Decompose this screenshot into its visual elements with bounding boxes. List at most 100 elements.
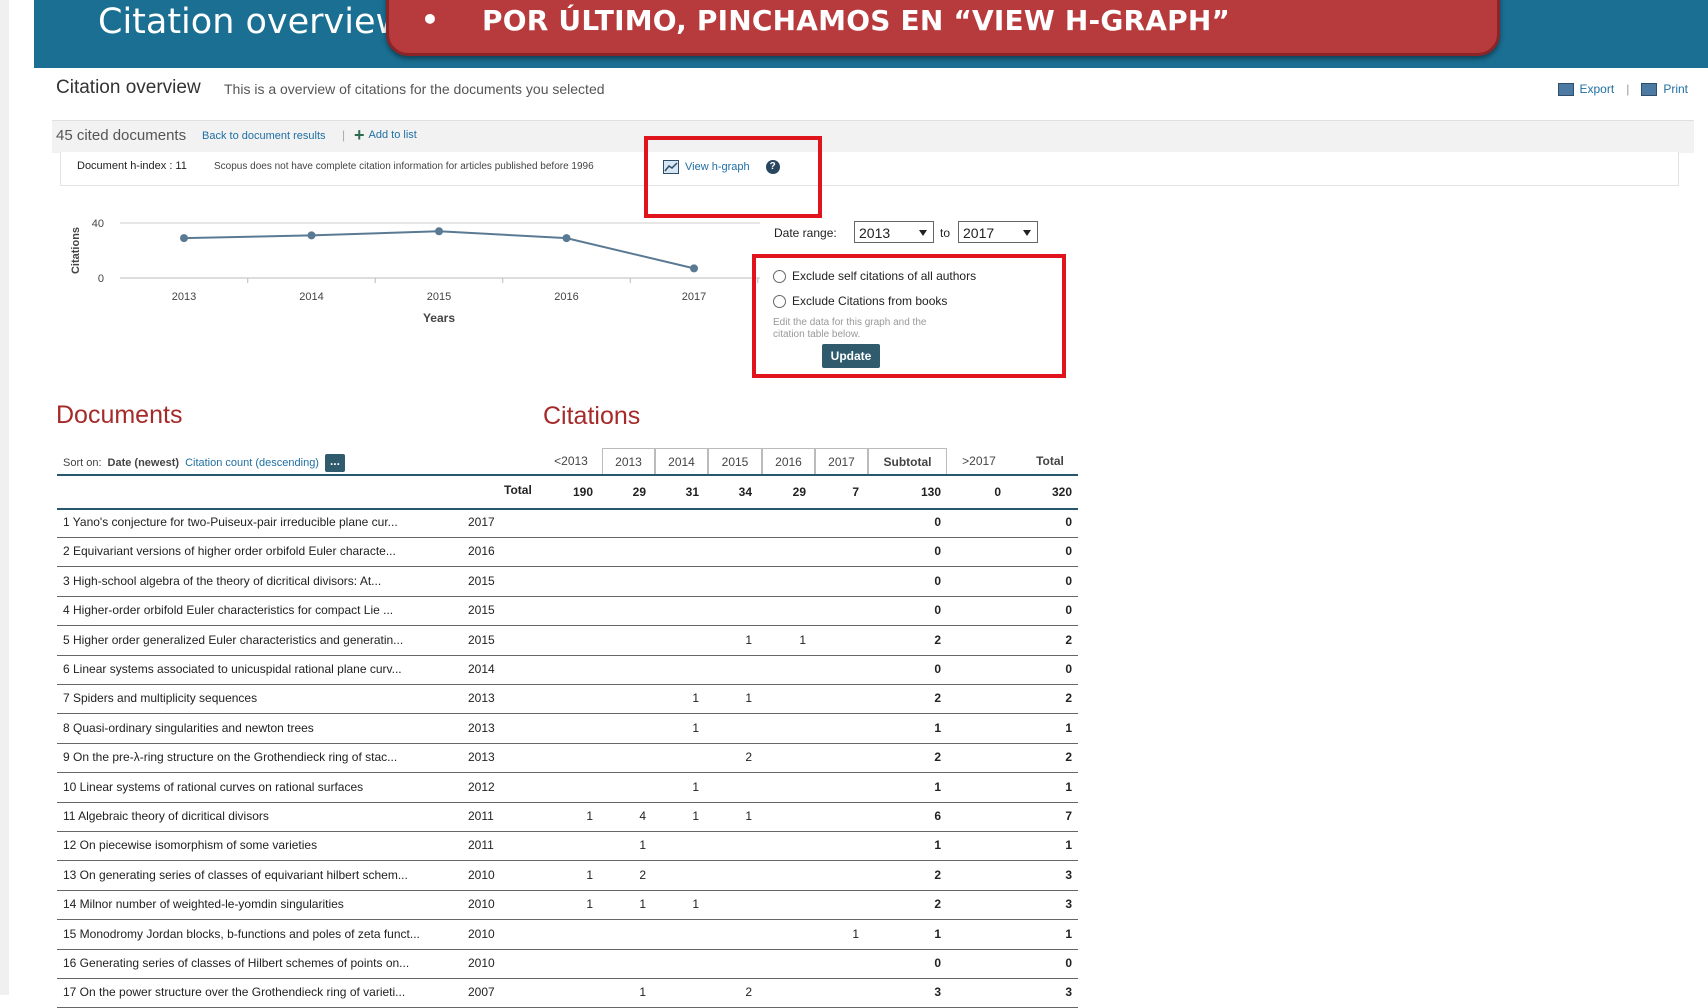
citation-cell: 7 [1065, 809, 1072, 823]
data-point [180, 234, 188, 243]
document-title-link[interactable]: 10 Linear systems of rational curves on … [63, 773, 363, 802]
document-title-link[interactable]: 11 Algebraic theory of dicritical diviso… [63, 802, 269, 831]
hindex-label: Document h-index : 11 [77, 160, 187, 172]
totals-row: Total 190 29 31 34 29 7 130 0 320 [57, 476, 1078, 510]
export-link[interactable]: Export [1580, 82, 1615, 96]
document-title-link[interactable]: 12 On piecewise isomorphism of some vari… [63, 831, 317, 860]
document-year: 2016 [468, 544, 495, 559]
sort-date-option[interactable]: Date (newest) [108, 457, 180, 469]
citation-cell: 0 [1065, 603, 1072, 618]
citation-cell: 1 [799, 632, 806, 647]
table-row: 2 Equivariant versions of higher order o… [57, 537, 1078, 568]
document-title-link[interactable]: 16 Generating series of classes of Hilbe… [63, 949, 409, 978]
toolbar-separator: | [342, 128, 346, 142]
citation-cell: 6 [934, 809, 941, 823]
citation-cell: 2 [745, 750, 752, 765]
document-title-link[interactable]: 1 Yano's conjecture for two-Puiseux-pair… [63, 508, 398, 537]
totals-label: Total [504, 483, 532, 497]
citation-cell: 2 [934, 750, 941, 765]
citation-cell: 2 [934, 632, 941, 647]
citation-cell: 1 [934, 926, 941, 941]
date-from-select[interactable]: 2013 [854, 221, 934, 243]
x-tick-label: 2016 [554, 291, 578, 303]
document-title-link[interactable]: 14 Milnor number of weighted-le-yomdin s… [63, 890, 344, 919]
document-year: 2013 [468, 720, 495, 735]
document-title-link[interactable]: 4 Higher-order orbifold Euler characteri… [63, 596, 393, 625]
table-row: 7 Spiders and multiplicity sequences 2013… [57, 684, 1078, 715]
citation-cell: 2 [745, 985, 752, 1000]
document-year: 2010 [468, 897, 495, 912]
citation-cell: 0 [1065, 662, 1072, 676]
hindex-note: Scopus does not have complete citation i… [214, 161, 594, 172]
citation-cell: 1 [586, 867, 593, 882]
table-row: 1 Yano's conjecture for two-Puiseux-pair… [57, 508, 1078, 538]
citation-cell: 1 [692, 809, 699, 823]
citation-cell: 2 [1065, 632, 1072, 647]
document-year: 2015 [468, 573, 495, 588]
document-title-link[interactable]: 5 Higher order generalized Euler charact… [63, 626, 403, 655]
more-options-button[interactable]: ... [324, 454, 345, 472]
data-point [690, 264, 698, 273]
document-year: 2013 [468, 691, 495, 706]
action-separator: | [1626, 82, 1630, 96]
sort-label: Sort on: [63, 457, 102, 469]
table-row: 12 On piecewise isomorphism of some vari… [57, 831, 1078, 862]
y-tick-label: 0 [98, 273, 104, 285]
document-title-link[interactable]: 2 Equivariant versions of higher order o… [63, 537, 396, 566]
back-to-results-link[interactable]: Back to document results [202, 130, 326, 142]
page-title: Citation overview [56, 77, 201, 98]
print-link[interactable]: Print [1663, 82, 1688, 96]
document-title-link[interactable]: 15 Monodromy Jordan blocks, b-functions … [63, 920, 420, 949]
citation-cell: 0 [1065, 573, 1072, 588]
total-cell: 31 [685, 485, 699, 499]
documents-heading: Documents [56, 401, 183, 429]
date-to-select[interactable]: 2017 [958, 221, 1038, 243]
citation-cell: 1 [692, 779, 699, 794]
document-title-link[interactable]: 17 On the power structure over the Groth… [63, 978, 405, 1007]
data-point [307, 231, 316, 240]
document-title-link[interactable]: 3 High-school algebra of the theory of d… [63, 567, 381, 596]
document-year: 2012 [468, 779, 495, 794]
citation-cell: 1 [692, 720, 699, 735]
citation-cell: 1 [639, 897, 646, 912]
citation-cell: 2 [1065, 691, 1072, 706]
table-row: 16 Generating series of classes of Hilbe… [57, 949, 1078, 979]
document-year: 2015 [468, 632, 495, 647]
citation-cell: 0 [1065, 544, 1072, 559]
column-header: 2016 [762, 448, 815, 474]
x-tick-label: 2013 [172, 291, 196, 303]
column-header: >2017 [962, 454, 996, 468]
document-title-link[interactable]: 6 Linear systems associated to unicuspid… [63, 655, 402, 684]
instruction-callout: • POR ÚLTIMO, PINCHAMOS EN “VIEW H-GRAPH… [386, 0, 1500, 56]
citation-cell: 2 [639, 867, 646, 882]
banner-title: Citation overview [98, 2, 405, 42]
document-year: 2010 [468, 867, 495, 882]
to-label: to [940, 226, 951, 240]
sort-citation-option[interactable]: Citation count (descending) [185, 457, 319, 469]
series-line [183, 230, 695, 270]
top-actions: Export | Print [1557, 82, 1688, 96]
citation-cell: 1 [1065, 720, 1072, 735]
citation-cell: 0 [934, 515, 941, 529]
sort-bar: Sort on: Date (newest) Citation count (d… [63, 454, 345, 472]
table-row: 6 Linear systems associated to unicuspid… [57, 655, 1078, 685]
document-title-link[interactable]: 13 On generating series of classes of eq… [63, 861, 408, 890]
document-title-link[interactable]: 8 Quasi-ordinary singularities and newto… [63, 714, 314, 743]
citation-cell: 1 [692, 691, 699, 706]
citation-cell: 1 [934, 838, 941, 853]
citation-cell: 0 [934, 573, 941, 588]
date-to-value: 2017 [963, 225, 995, 241]
callout-text: POR ÚLTIMO, PINCHAMOS EN “VIEW H-GRAPH” [482, 4, 1231, 37]
citation-cell: 1 [934, 779, 941, 794]
document-year: 2010 [468, 926, 495, 941]
highlight-filters [752, 254, 1066, 378]
highlight-hgraph [644, 136, 822, 218]
document-title-link[interactable]: 9 On the pre-λ-ring structure on the Gro… [63, 743, 397, 772]
callout-bullet: • [421, 3, 439, 36]
column-header: <2013 [554, 454, 588, 468]
citation-cell: 2 [934, 867, 941, 882]
add-to-list-button[interactable]: + Add to list [354, 126, 417, 144]
document-year: 2017 [468, 515, 495, 529]
document-title-link[interactable]: 7 Spiders and multiplicity sequences [63, 684, 257, 713]
y-tick-label: 40 [92, 218, 104, 230]
